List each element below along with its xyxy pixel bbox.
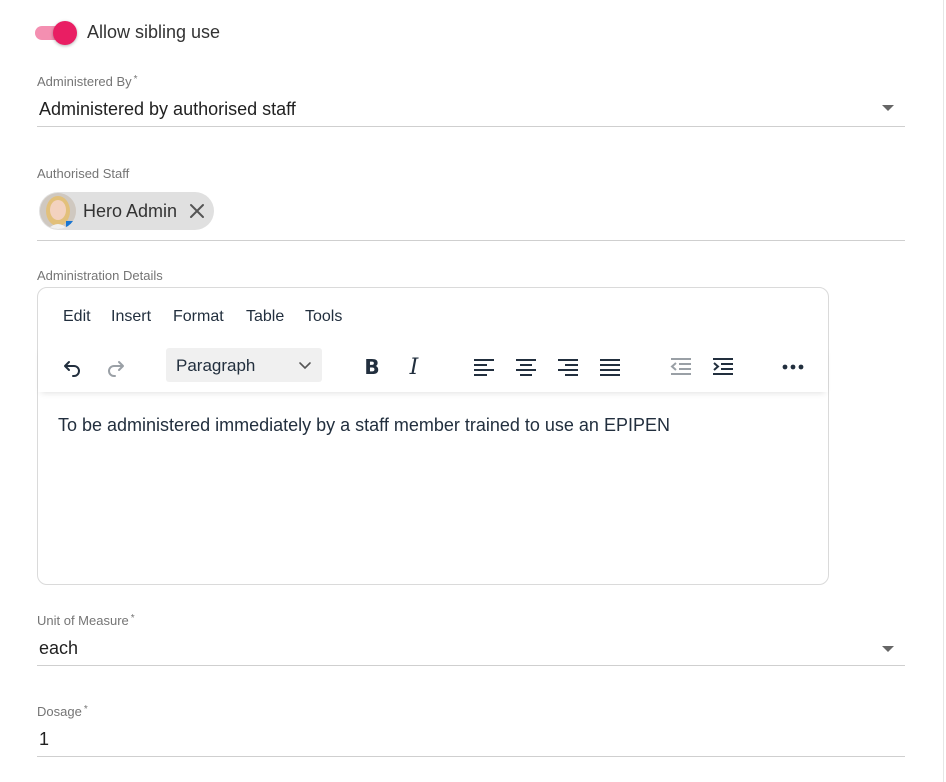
- redo-icon[interactable]: [100, 351, 132, 383]
- unit-of-measure-label: Unit of Measure *: [37, 613, 135, 628]
- menu-edit[interactable]: Edit: [63, 308, 91, 326]
- remove-chip-close-icon[interactable]: [187, 201, 207, 221]
- administered-by-dropdown-caret-icon[interactable]: [882, 105, 894, 111]
- administered-by-underline: [37, 126, 905, 127]
- unit-of-measure-underline: [37, 665, 905, 666]
- administration-details-label: Administration Details: [37, 268, 163, 283]
- editor-menubar: Edit Insert Format Table Tools: [38, 288, 828, 344]
- avatar: [40, 193, 76, 229]
- dosage-underline: [37, 756, 905, 757]
- block-format-select[interactable]: Paragraph: [166, 348, 322, 382]
- align-left-icon[interactable]: [468, 351, 500, 383]
- undo-icon[interactable]: [56, 351, 88, 383]
- menu-table[interactable]: Table: [246, 308, 284, 326]
- editor-toolbar: Paragraph B I: [38, 344, 828, 392]
- chip-name: Hero Admin: [83, 201, 178, 221]
- align-justify-icon[interactable]: [594, 351, 626, 383]
- italic-icon[interactable]: I: [398, 351, 430, 383]
- align-right-icon[interactable]: [552, 351, 584, 383]
- unit-of-measure-dropdown-caret-icon[interactable]: [882, 646, 894, 652]
- indent-icon[interactable]: [707, 351, 739, 383]
- allow-sibling-use-label: Allow sibling use: [87, 22, 221, 42]
- unit-of-measure-select[interactable]: each: [39, 638, 78, 659]
- bold-icon[interactable]: B: [356, 351, 388, 383]
- menu-format[interactable]: Format: [173, 308, 224, 326]
- administered-by-select[interactable]: Administered by authorised staff: [39, 99, 296, 120]
- editor-content[interactable]: To be administered immediately by a staf…: [58, 415, 670, 436]
- align-center-icon[interactable]: [510, 351, 542, 383]
- right-edge-divider: [943, 0, 944, 782]
- dosage-input[interactable]: 1: [39, 729, 49, 750]
- staff-chip[interactable]: Hero Admin: [39, 192, 214, 230]
- dosage-label: Dosage *: [37, 704, 88, 719]
- authorised-staff-underline: [37, 240, 905, 241]
- more-icon[interactable]: [777, 351, 809, 383]
- chevron-down-icon: [298, 358, 312, 376]
- rich-text-editor: Edit Insert Format Table Tools Paragraph…: [37, 287, 829, 585]
- outdent-icon[interactable]: [665, 351, 697, 383]
- menu-insert[interactable]: Insert: [111, 308, 151, 326]
- block-format-value: Paragraph: [176, 356, 256, 375]
- menu-tools[interactable]: Tools: [305, 308, 342, 326]
- allow-sibling-use-toggle[interactable]: [35, 21, 79, 45]
- toggle-thumb: [53, 21, 77, 45]
- administered-by-label: Administered By *: [37, 74, 138, 89]
- authorised-staff-label: Authorised Staff: [37, 166, 130, 181]
